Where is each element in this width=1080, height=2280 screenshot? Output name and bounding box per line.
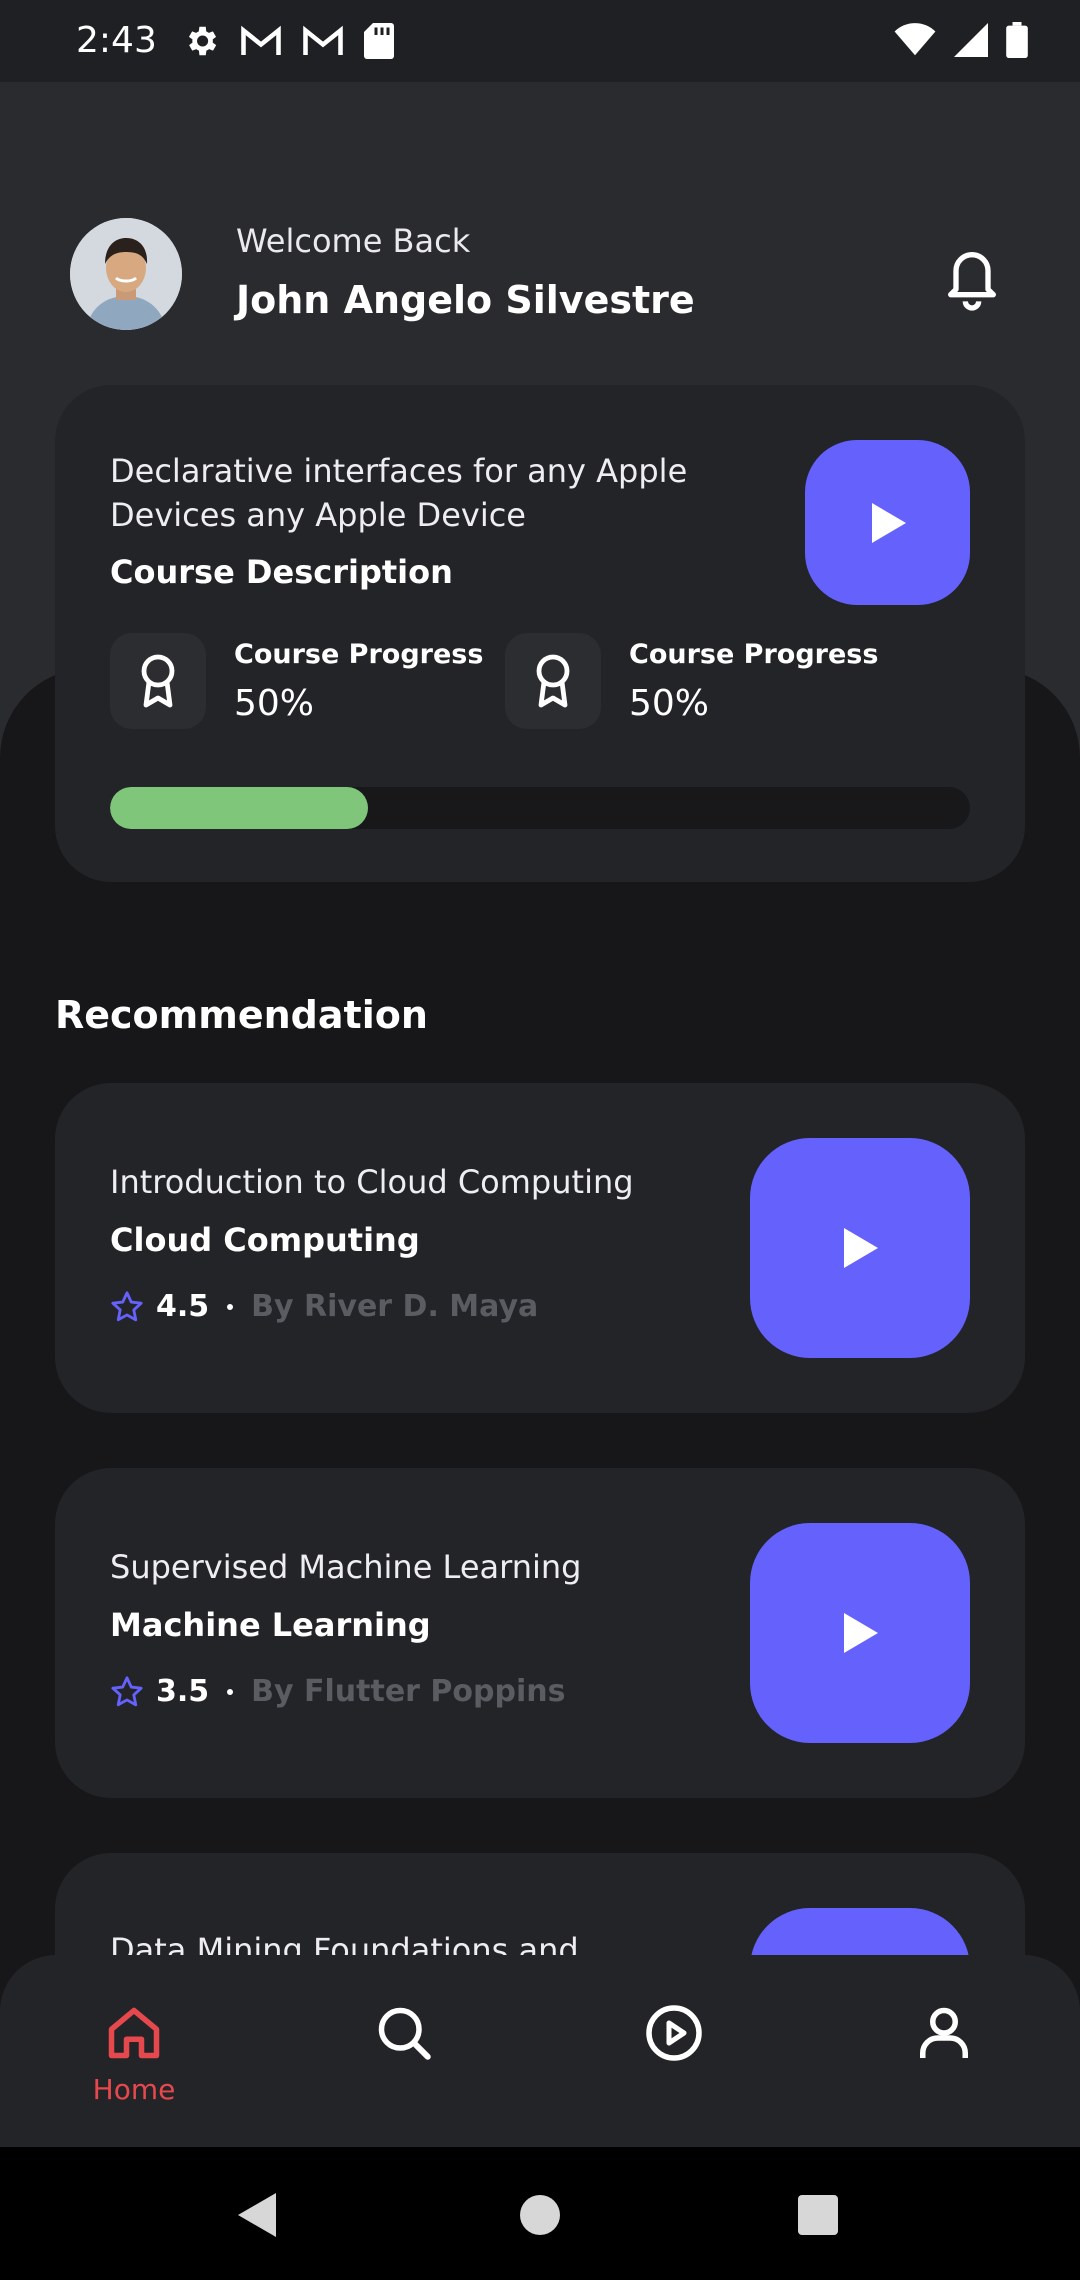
- status-icons-left: [182, 22, 394, 60]
- play-circle-icon: [646, 2005, 702, 2061]
- user-icon: [920, 2007, 968, 2058]
- separator-dot: [227, 1303, 234, 1310]
- separator-dot: [227, 1688, 234, 1695]
- progress-block: Course Progress 50%: [110, 633, 490, 733]
- progress-label: Course Progress: [629, 639, 879, 670]
- status-bar: 2:43: [0, 0, 1080, 82]
- award-icon: [536, 654, 570, 708]
- system-navigation-bar: [0, 2147, 1080, 2280]
- bottom-navigation: Home: [0, 1955, 1080, 2147]
- recommendation-title: Supervised Machine Learning: [110, 1548, 582, 1586]
- home-icon: [108, 2007, 160, 2059]
- current-course-card[interactable]: Declarative interfaces for any Apple Dev…: [55, 385, 1025, 882]
- star-icon: [111, 1290, 143, 1321]
- recommendation-meta: 3.5 By Flutter Poppins: [110, 1674, 565, 1709]
- progress-value: 50%: [234, 683, 315, 724]
- user-name: John Angelo Silvestre: [236, 278, 695, 322]
- nav-home-label: Home: [92, 2073, 176, 2106]
- progress-bar: [110, 787, 970, 829]
- gmail-icon: [241, 25, 281, 55]
- course-play-button[interactable]: [805, 440, 970, 605]
- status-time: 2:43: [76, 20, 157, 61]
- nav-home[interactable]: Home: [74, 2003, 194, 2123]
- gmail-icon: [303, 25, 343, 55]
- award-badge: [505, 633, 601, 729]
- recommendation-rating: 3.5: [156, 1674, 210, 1709]
- welcome-text: Welcome Back: [236, 222, 471, 260]
- signal-icon: [954, 23, 988, 57]
- sd-card-icon: [364, 23, 394, 59]
- progress-label: Course Progress: [234, 639, 484, 670]
- back-triangle-icon: [238, 2193, 276, 2237]
- recommendation-card[interactable]: Supervised Machine Learning Machine Lear…: [55, 1468, 1025, 1798]
- nav-search[interactable]: [344, 2003, 464, 2123]
- gear-icon: [188, 26, 217, 56]
- progress-value: 50%: [629, 683, 710, 724]
- play-icon: [844, 1613, 878, 1653]
- award-icon: [141, 654, 175, 708]
- recommendation-card[interactable]: Introduction to Cloud Computing Cloud Co…: [55, 1083, 1025, 1413]
- wifi-icon: [894, 23, 936, 56]
- recommendation-rating: 4.5: [156, 1289, 210, 1324]
- nav-profile[interactable]: [884, 2003, 1004, 2123]
- recommendation-play-button[interactable]: [750, 1523, 970, 1743]
- notification-button[interactable]: [940, 240, 1004, 316]
- recommendation-meta: 4.5 By River D. Maya: [110, 1289, 538, 1324]
- play-icon: [844, 1228, 878, 1268]
- recommendation-subtitle: Cloud Computing: [110, 1221, 420, 1259]
- progress-block: Course Progress 50%: [505, 633, 885, 733]
- progress-bar-fill: [110, 787, 368, 829]
- system-back-button[interactable]: [236, 2191, 280, 2243]
- course-title: Declarative interfaces for any Apple Dev…: [110, 452, 688, 534]
- star-icon: [111, 1675, 143, 1706]
- status-icons-right: [894, 22, 1028, 58]
- system-home-button[interactable]: [520, 2195, 560, 2235]
- battery-icon: [1006, 22, 1028, 58]
- avatar[interactable]: [70, 218, 182, 330]
- award-badge: [110, 633, 206, 729]
- avatar-photo: [70, 218, 182, 330]
- recommendation-title: Introduction to Cloud Computing: [110, 1163, 634, 1201]
- recommendation-heading: Recommendation: [55, 993, 428, 1037]
- system-recents-button[interactable]: [798, 2195, 838, 2235]
- search-icon: [378, 2007, 431, 2060]
- bell-icon: [948, 252, 996, 311]
- recommendation-play-button[interactable]: [750, 1138, 970, 1358]
- course-description-label: Course Description: [110, 553, 453, 591]
- recommendation-subtitle: Machine Learning: [110, 1606, 431, 1644]
- nav-play[interactable]: [614, 2003, 734, 2123]
- recommendation-author: By Flutter Poppins: [251, 1674, 566, 1709]
- play-icon: [871, 502, 906, 543]
- recommendation-author: By River D. Maya: [251, 1289, 539, 1324]
